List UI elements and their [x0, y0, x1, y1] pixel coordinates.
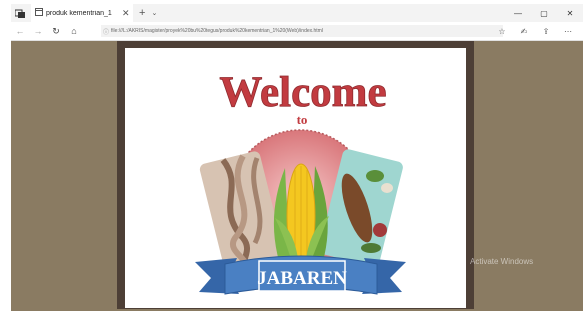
activation-watermark: Activate Windows	[470, 257, 534, 266]
maximize-icon[interactable]: ▢	[531, 4, 557, 22]
tab-menu-icon[interactable]: ⌄	[151, 9, 157, 17]
browser-window: produk kementrian_1 ✕ + ⌄ — ▢ ✕ ← → ↻ ⌂ …	[0, 0, 583, 311]
minimize-icon[interactable]: —	[505, 4, 531, 22]
welcome-graphic: Welcome to JABAREN	[195, 69, 406, 295]
new-tab-icon[interactable]: +	[139, 7, 145, 19]
tab-close-icon[interactable]: ✕	[122, 8, 130, 19]
tab-bar: produk kementrian_1 ✕ + ⌄ — ▢ ✕	[11, 4, 583, 22]
content-frame: Welcome to JABAREN	[117, 41, 474, 309]
url-field[interactable]: ⓘ file:///L:/AKRIS/magister/proyek%20bu%…	[101, 25, 503, 37]
url-text: file:///L:/AKRIS/magister/proyek%20bu%20…	[111, 28, 323, 34]
welcome-card: Welcome to JABAREN	[125, 48, 466, 308]
window-controls: — ▢ ✕	[505, 4, 583, 22]
reading-list-icon[interactable]: ✍	[513, 22, 535, 40]
welcome-subtitle: to	[297, 112, 308, 127]
refresh-icon[interactable]: ↻	[47, 22, 65, 40]
info-icon[interactable]: ⓘ	[101, 27, 111, 36]
forward-icon[interactable]: →	[29, 22, 47, 40]
address-bar: ← → ↻ ⌂ ⓘ file:///L:/AKRIS/magister/proy…	[11, 22, 583, 41]
favorite-icon[interactable]: ☆	[491, 22, 513, 40]
welcome-title: Welcome	[219, 69, 386, 116]
banner-text: JABAREN	[257, 268, 347, 289]
toolbar-buttons: ☆ ✍ ⇪ ⋯	[491, 22, 579, 40]
tab-actions-icon[interactable]	[13, 6, 27, 20]
more-icon[interactable]: ⋯	[557, 22, 579, 40]
home-icon[interactable]: ⌂	[65, 22, 83, 40]
page-viewport: Welcome to JABAREN	[11, 41, 583, 311]
window-edge	[0, 0, 11, 311]
tab-page-icon	[35, 8, 43, 18]
close-window-icon[interactable]: ✕	[557, 4, 583, 22]
share-icon[interactable]: ⇪	[535, 22, 557, 40]
back-icon[interactable]: ←	[11, 22, 29, 40]
tab-active[interactable]: produk kementrian_1 ✕	[31, 4, 133, 22]
tab-title: produk kementrian_1	[46, 9, 112, 17]
